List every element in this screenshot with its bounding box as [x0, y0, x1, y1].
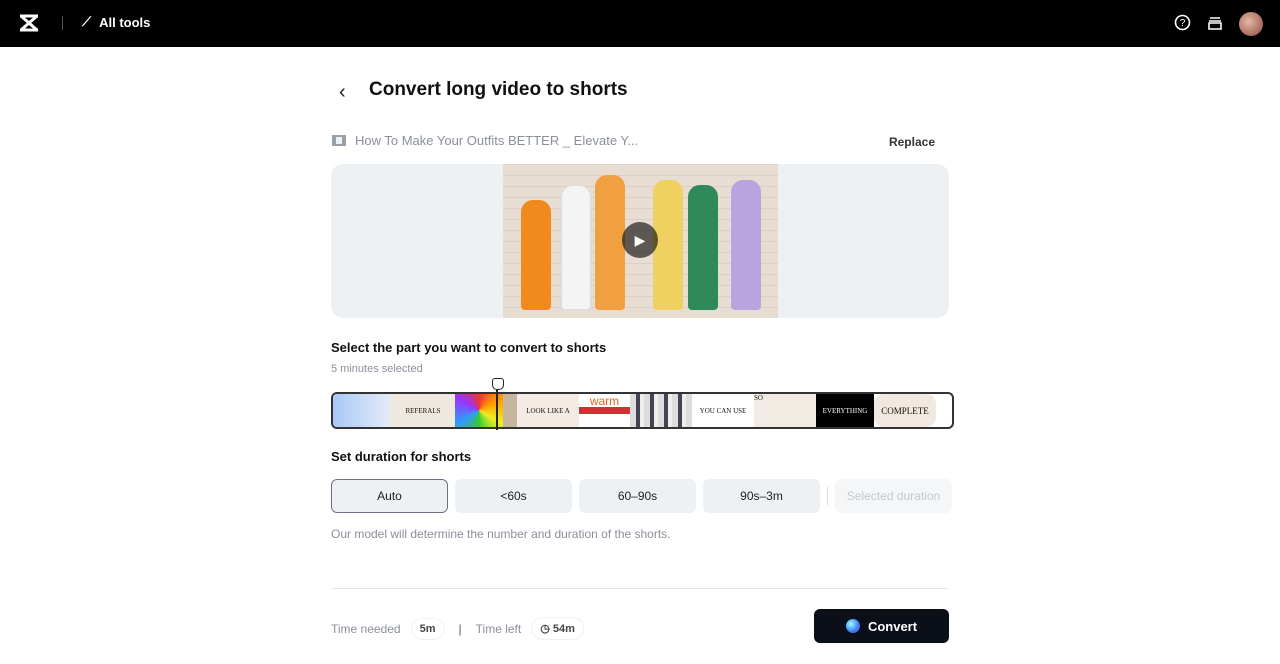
timeline-filmstrip[interactable]: REFERALS LOOK LIKE A warm YOU CAN USE SO… [331, 392, 954, 429]
thumbnail-figure [653, 180, 683, 310]
time-info: Time needed 5m | Time left ◷ 54m [331, 617, 584, 640]
page-title: Convert long video to shorts [369, 79, 628, 100]
time-left-label: Time left [475, 621, 522, 636]
time-left-pill: ◷ 54m [531, 617, 584, 640]
svg-text:?: ? [1180, 18, 1186, 29]
duration-options: Auto <60s 60–90s 90s–3m Selected duratio… [331, 479, 952, 513]
divider [827, 487, 828, 505]
magic-wand-icon: ⟋ [82, 14, 92, 29]
filmstrip-frame: warm [579, 394, 630, 427]
replace-button[interactable]: Replace [889, 135, 935, 149]
all-tools-button[interactable]: ⟋ All tools [82, 14, 150, 30]
filmstrip-frame [503, 394, 517, 427]
film-icon [332, 135, 346, 146]
time-needed-value: 5m [410, 617, 445, 640]
select-heading: Select the part you want to convert to s… [331, 340, 607, 355]
duration-auto-button[interactable]: Auto [331, 479, 448, 513]
filmstrip-frame [630, 394, 692, 427]
convert-button[interactable]: Convert [814, 609, 949, 643]
duration-90s-3m-button[interactable]: 90s–3m [703, 479, 820, 513]
filmstrip-frame: YOU CAN USE [692, 394, 754, 427]
file-name: How To Make Your Outfits BETTER _ Elevat… [355, 133, 639, 148]
thumbnail-figure [521, 200, 551, 310]
help-icon[interactable]: ? [1174, 14, 1191, 31]
playhead-handle[interactable] [492, 378, 504, 430]
capcut-logo[interactable] [18, 13, 40, 33]
clock-icon: ◷ [540, 623, 553, 635]
divider: | [458, 621, 462, 636]
divider [331, 588, 949, 589]
selected-duration-text: 5 minutes selected [331, 363, 423, 375]
time-left-value: 54m [552, 623, 575, 635]
filmstrip-frame: LOOK LIKE A [517, 394, 579, 427]
all-tools-label: All tools [99, 14, 151, 30]
file-info: How To Make Your Outfits BETTER _ Elevat… [331, 133, 638, 148]
thumbnail-figure [688, 185, 718, 310]
selected-duration-button: Selected duration [835, 479, 952, 513]
filmstrip-frame: REFERALS [391, 394, 455, 427]
ai-orb-icon [845, 619, 860, 633]
avatar[interactable] [1239, 12, 1263, 36]
filmstrip-frame: COMPLETE [874, 394, 936, 427]
divider [62, 16, 63, 30]
convert-label: Convert [867, 618, 918, 634]
thumbnail-figure [731, 180, 761, 310]
video-preview: ▶ [331, 164, 949, 318]
top-bar: ⟋ All tools ? [0, 0, 1280, 47]
filmstrip-frame: SO [754, 394, 816, 427]
video-thumbnail: ▶ [503, 164, 778, 318]
duration-note: Our model will determine the number and … [331, 527, 671, 541]
time-needed-label: Time needed [331, 621, 401, 636]
filmstrip-frame [333, 394, 391, 427]
inbox-icon[interactable] [1207, 16, 1223, 31]
duration-heading: Set duration for shorts [331, 449, 472, 464]
duration-under-60s-button[interactable]: <60s [455, 479, 572, 513]
duration-60-90s-button[interactable]: 60–90s [579, 479, 696, 513]
filmstrip-frame: EVERYTHING [816, 394, 874, 427]
back-button[interactable]: ‹ [339, 81, 346, 104]
thumbnail-figure [561, 185, 591, 310]
play-button[interactable]: ▶ [622, 222, 658, 258]
thumbnail-figure [595, 175, 625, 310]
